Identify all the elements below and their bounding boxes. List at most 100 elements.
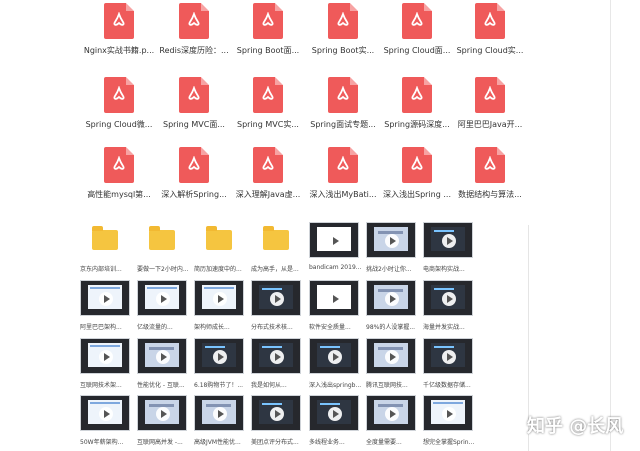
watermark-text: 知乎 @长风 bbox=[527, 416, 624, 437]
folder-icon bbox=[137, 222, 187, 258]
video-label: 互联网技术架... bbox=[80, 382, 122, 389]
video-thumbnail[interactable]: 多线程业务... bbox=[309, 395, 359, 449]
video-label: 全度量需要... bbox=[366, 439, 402, 446]
pdf-file-item[interactable]: 深入理解Java虚... bbox=[229, 147, 307, 217]
play-icon bbox=[213, 407, 227, 421]
pdf-file-item[interactable]: 阿里巴巴Java开... bbox=[451, 77, 529, 147]
pdf-file-item[interactable]: 深入浅出MyBati... bbox=[304, 147, 382, 217]
video-thumbnail[interactable]: 千亿级数据存储... bbox=[423, 338, 473, 392]
play-icon bbox=[385, 407, 399, 421]
video-preview bbox=[194, 338, 244, 374]
folder-shape bbox=[92, 226, 118, 250]
video-preview bbox=[423, 338, 473, 374]
video-preview bbox=[366, 338, 416, 374]
video-label: 海量并发实战... bbox=[423, 324, 465, 331]
video-thumbnail[interactable]: 挑战2小时让你... bbox=[366, 222, 416, 276]
pdf-file-icon bbox=[179, 3, 209, 39]
pdf-file-label: 深入理解Java虚... bbox=[235, 190, 301, 199]
play-icon bbox=[270, 292, 284, 306]
video-preview bbox=[366, 280, 416, 316]
pdf-file-label: Spring MVC面... bbox=[163, 120, 225, 129]
play-icon bbox=[385, 350, 399, 364]
pdf-file-item[interactable]: Spring Boot实... bbox=[304, 3, 382, 73]
folder-item[interactable]: 京东内部培训... bbox=[80, 222, 130, 276]
video-thumbnail[interactable]: 全度量需要... bbox=[366, 395, 416, 449]
video-label: 6.18购物节了！... bbox=[194, 382, 244, 389]
video-thumbnail[interactable]: 阿里巴巴架构... bbox=[80, 280, 130, 334]
folder-shape bbox=[263, 226, 289, 250]
video-thumbnail[interactable]: 腾讯互联网技... bbox=[366, 338, 416, 392]
pdf-file-icon bbox=[104, 77, 134, 113]
video-thumbnail[interactable]: 想完全掌握Sprin... bbox=[423, 395, 474, 449]
video-label: 挑战2小时让你... bbox=[366, 266, 412, 273]
pdf-file-item[interactable]: 数据结构与算法... bbox=[451, 147, 529, 217]
pdf-file-item[interactable]: Spring面试专题... bbox=[304, 77, 382, 147]
video-thumbnail[interactable]: 美团点评分布式... bbox=[251, 395, 301, 449]
video-thumbnail[interactable]: bandicam 2019... bbox=[309, 222, 361, 276]
pdf-file-label: Spring Cloud面... bbox=[383, 46, 451, 55]
pdf-file-item[interactable]: Spring MVC实... bbox=[229, 77, 307, 147]
pdf-file-icon bbox=[475, 77, 505, 113]
pdf-file-label: 深入浅出Spring ... bbox=[383, 190, 451, 199]
folder-item[interactable]: 简历加速度中的... bbox=[194, 222, 244, 276]
video-thumbnail[interactable]: 海量并发实战... bbox=[423, 280, 473, 334]
video-thumbnail[interactable]: 性能优化 - 互联... bbox=[137, 338, 187, 392]
play-icon bbox=[442, 407, 456, 421]
video-preview bbox=[423, 280, 473, 316]
pdf-file-item[interactable]: Spring Cloud面... bbox=[378, 3, 456, 73]
video-label: 亿级流量的... bbox=[137, 324, 173, 331]
video-label: 腾讯互联网技... bbox=[366, 382, 408, 389]
video-preview bbox=[80, 395, 130, 431]
video-label: 深入浅出springb... bbox=[309, 382, 362, 389]
video-preview bbox=[366, 395, 416, 431]
play-icon bbox=[99, 292, 113, 306]
pdf-file-item[interactable]: Redis深度历险：... bbox=[155, 3, 233, 73]
pdf-file-label: 数据结构与算法... bbox=[458, 190, 522, 199]
pdf-file-item[interactable]: 深入解析Spring... bbox=[155, 147, 233, 217]
pdf-file-label: Redis深度历险：... bbox=[159, 46, 229, 55]
pdf-file-icon bbox=[328, 3, 358, 39]
pdf-file-item[interactable]: Spring Cloud微... bbox=[80, 77, 158, 147]
video-thumbnail[interactable]: 98%的人没掌握... bbox=[366, 280, 416, 334]
video-preview bbox=[309, 338, 359, 374]
video-label: 98%的人没掌握... bbox=[366, 324, 416, 331]
pdf-file-item[interactable]: 深入浅出Spring ... bbox=[378, 147, 456, 217]
pdf-file-item[interactable]: 高性能mysql第... bbox=[80, 147, 158, 217]
video-preview bbox=[251, 338, 301, 374]
video-thumbnail[interactable]: 深入浅出springb... bbox=[309, 338, 361, 392]
folder-label: 简历加速度中的... bbox=[194, 266, 242, 273]
video-preview bbox=[251, 280, 301, 316]
video-label: 我是如何从... bbox=[251, 382, 287, 389]
pdf-file-icon bbox=[402, 147, 432, 183]
pdf-file-icon bbox=[328, 147, 358, 183]
play-icon bbox=[385, 234, 399, 248]
video-thumbnail[interactable]: 互联网技术架... bbox=[80, 338, 130, 392]
pdf-file-icon bbox=[104, 3, 134, 39]
video-thumbnail[interactable]: 分布式技术核... bbox=[251, 280, 301, 334]
video-preview bbox=[137, 280, 187, 316]
pdf-file-icon bbox=[475, 147, 505, 183]
pdf-file-icon bbox=[402, 3, 432, 39]
video-preview bbox=[423, 395, 473, 431]
folder-item[interactable]: 要做一下2小时内... bbox=[137, 222, 189, 276]
pdf-file-label: 高性能mysql第... bbox=[87, 190, 151, 199]
play-icon bbox=[385, 292, 399, 306]
video-thumbnail[interactable]: 50W年薪架构... bbox=[80, 395, 130, 449]
video-thumbnail[interactable]: 亿级流量的... bbox=[137, 280, 187, 334]
pdf-file-label: Spring MVC实... bbox=[237, 120, 299, 129]
pdf-file-icon bbox=[179, 147, 209, 183]
folder-item[interactable]: 成为高手，从是... bbox=[251, 222, 301, 276]
pdf-file-item[interactable]: Nginx实战书籍.p... bbox=[80, 3, 158, 73]
video-thumbnail[interactable]: 6.18购物节了！... bbox=[194, 338, 244, 392]
video-thumbnail[interactable]: 我是如何从... bbox=[251, 338, 301, 392]
video-thumbnail[interactable]: 架构师成长... bbox=[194, 280, 244, 334]
pdf-file-item[interactable]: Spring MVC面... bbox=[155, 77, 233, 147]
video-thumbnail[interactable]: 高级JVM性能优... bbox=[194, 395, 244, 449]
pdf-file-item[interactable]: Spring源码深度... bbox=[378, 77, 456, 147]
pdf-file-item[interactable]: Spring Boot面... bbox=[229, 3, 307, 73]
video-thumbnail[interactable]: 互联网高并发 -... bbox=[137, 395, 187, 449]
play-icon bbox=[328, 292, 342, 306]
video-thumbnail[interactable]: 软件安全质量... bbox=[309, 280, 359, 334]
video-thumbnail[interactable]: 电商架构实战... bbox=[423, 222, 473, 276]
pdf-file-item[interactable]: Spring Cloud实... bbox=[451, 3, 529, 73]
